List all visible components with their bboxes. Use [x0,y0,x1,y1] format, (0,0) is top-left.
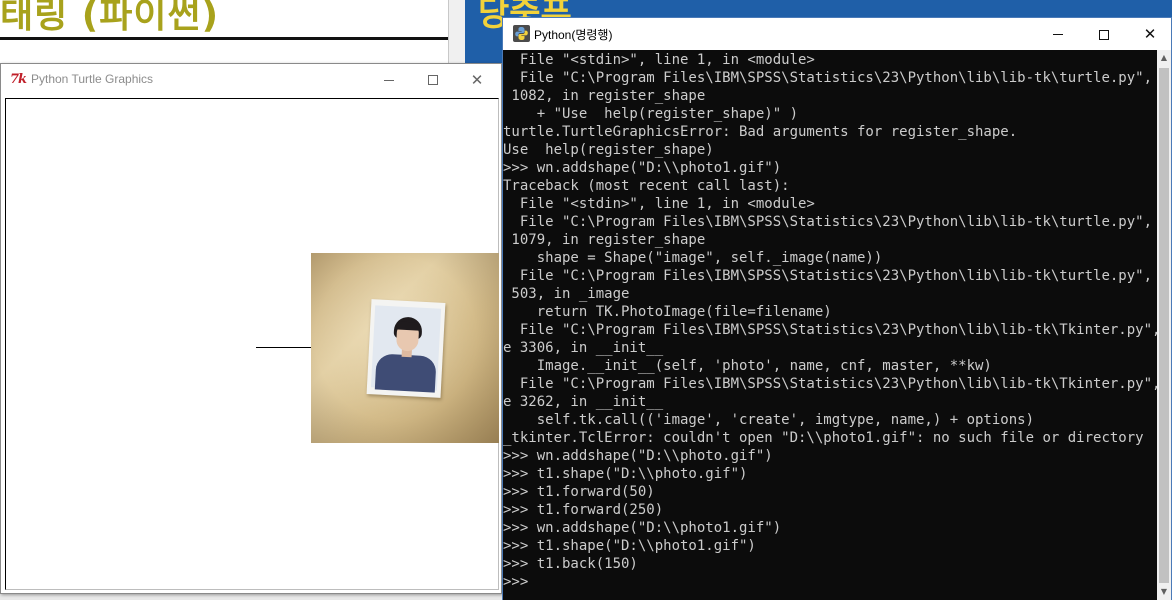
turtle-drawn-line [256,347,316,348]
console-line: Traceback (most recent call last): [503,178,790,194]
scrollbar-thumb[interactable] [1159,68,1169,583]
console-line: >>> t1.forward(50) [503,484,655,500]
minimize-icon [1053,34,1063,35]
console-line: File "C:\Program Files\IBM\SPSS\Statisti… [503,322,1157,338]
console-line: + "Use help(register_shape)" ) [503,106,799,122]
id-photo-print [366,299,446,398]
console-line: self.tk.call(('image', 'create', imgtype… [503,412,1035,428]
id-photo-background [370,305,442,393]
console-line: shape = Shape("image", self._image(name)… [503,250,883,266]
turtle-photo-shape [311,253,499,443]
console-scrollbar[interactable]: ▲ ▼ [1157,50,1171,600]
maximize-icon [428,75,438,85]
python-close-button[interactable]: ✕ [1127,21,1172,47]
console-line: Use help(register_shape) [503,142,714,158]
turtle-window-titlebar[interactable]: 7k Python Turtle Graphics ✕ [1,64,501,95]
console-line: File "C:\Program Files\IBM\SPSS\Statisti… [503,70,1157,86]
console-line: File "C:\Program Files\IBM\SPSS\Statisti… [503,376,1157,392]
close-icon: ✕ [1143,25,1157,43]
turtle-canvas[interactable] [5,98,499,590]
console-line: >>> [503,574,529,590]
person-fringe [395,321,421,331]
console-line: File "<stdin>", line 1, in <module> [503,52,815,68]
console-output[interactable]: File "<stdin>", line 1, in <module> File… [503,50,1157,600]
document-heading: 태링 (파이썬) [0,0,220,36]
turtle-minimize-button[interactable] [367,67,411,93]
person-sweater [374,353,437,393]
turtle-window-title: Python Turtle Graphics [31,72,154,86]
python-window-titlebar[interactable]: Python(명령행) ✕ [503,18,1171,49]
console-line: >>> wn.addshape("D:\\photo1.gif") [503,160,782,176]
console-line: File "C:\Program Files\IBM\SPSS\Statisti… [503,268,1157,284]
python-window-title: Python(명령행) [534,28,613,42]
console-line: 1082, in register_shape [503,88,706,104]
maximize-icon [1099,29,1109,40]
console-line: >>> t1.shape("D:\\photo.gif") [503,466,748,482]
turtle-maximize-button[interactable] [411,67,455,93]
console-line: Image.__init__(self, 'photo', name, cnf,… [503,358,992,374]
python-logo-icon [513,25,530,42]
console-line: File "<stdin>", line 1, in <module> [503,196,815,212]
console-line: File "C:\Program Files\IBM\SPSS\Statisti… [503,214,1157,230]
scroll-down-arrow-icon[interactable]: ▼ [1157,584,1171,600]
console-line: >>> t1.forward(250) [503,502,664,518]
console-line: return TK.PhotoImage(file=filename) [503,304,832,320]
turtle-close-button[interactable]: ✕ [455,67,499,93]
console-line: >>> wn.addshape("D:\\photo.gif") [503,448,773,464]
console-line: _tkinter.TclError: couldn't open "D:\\ph… [503,430,1144,446]
turtle-graphics-window[interactable]: 7k Python Turtle Graphics ✕ [0,63,502,594]
python-minimize-button[interactable] [1035,21,1081,47]
heading-divider [0,37,449,40]
minimize-icon [384,79,394,81]
console-line: >>> t1.back(150) [503,556,638,572]
console-line: >>> wn.addshape("D:\\photo1.gif") [503,520,782,536]
python-maximize-button[interactable] [1081,21,1127,47]
close-icon: ✕ [470,71,484,89]
console-line: 503, in _image [503,286,630,302]
console-line: e 3262, in __init__ [503,394,664,410]
scroll-up-arrow-icon[interactable]: ▲ [1157,50,1171,66]
console-line: >>> t1.shape("D:\\photo1.gif") [503,538,756,554]
console-line: turtle.TurtleGraphicsError: Bad argument… [503,124,1018,140]
console-line: e 3306, in __init__ [503,340,664,356]
python-console-window[interactable]: Python(명령행) ✕ File "<stdin>", line 1, in… [502,17,1172,600]
console-line: 1079, in register_shape [503,232,706,248]
tk-feather-icon: 7k [10,72,27,87]
